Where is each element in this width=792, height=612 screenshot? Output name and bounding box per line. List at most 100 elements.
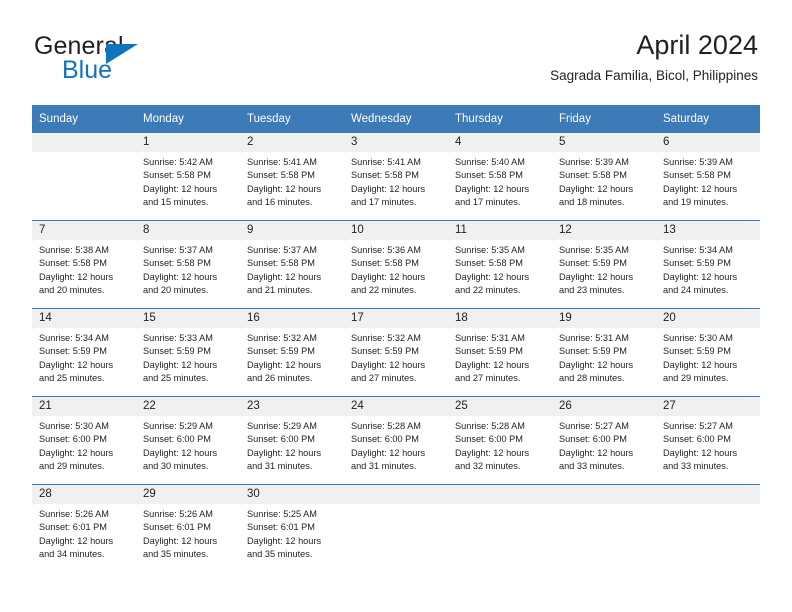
day-number: 3 <box>344 133 448 152</box>
calendar-day-cell[interactable]: 1 Sunrise: 5:42 AM Sunset: 5:58 PM Daylight… <box>136 132 240 221</box>
page-subtitle: Sagrada Familia, Bicol, Philippines <box>550 68 758 83</box>
calendar-day-cell[interactable]: 6 Sunrise: 5:39 AM Sunset: 5:58 PM Daylight… <box>656 132 760 221</box>
sunset-text: Sunset: 5:58 PM <box>39 258 107 269</box>
calendar-day-cell[interactable]: 21 Sunrise: 5:30 AM Sunset: 6:00 PM Dayligh… <box>32 396 136 485</box>
calendar-day-cell[interactable]: 18 Sunrise: 5:31 AM Sunset: 5:59 PM Dayligh… <box>448 308 552 397</box>
daylight-text-line1: Daylight: 12 hours <box>143 359 218 370</box>
day-details <box>552 504 656 508</box>
day-number: 1 <box>136 133 240 152</box>
daylight-text-line1: Daylight: 12 hours <box>247 271 322 282</box>
calendar-day-cell[interactable]: 25 Sunrise: 5:28 AM Sunset: 6:00 PM Dayligh… <box>448 396 552 485</box>
calendar-day-cell[interactable]: 28 Sunrise: 5:26 AM Sunset: 6:01 PM Dayligh… <box>32 484 136 572</box>
sunset-text: Sunset: 5:59 PM <box>247 346 315 357</box>
day-details: Sunrise: 5:32 AM Sunset: 5:59 PM Daylight:… <box>344 328 448 386</box>
day-number: 16 <box>240 309 344 328</box>
sunrise-text: Sunrise: 5:29 AM <box>247 421 317 431</box>
calendar-day-cell[interactable]: 20 Sunrise: 5:30 AM Sunset: 5:59 PM Dayligh… <box>656 308 760 397</box>
day-number: 20 <box>656 309 760 328</box>
daylight-text-line1: Daylight: 12 hours <box>247 183 322 194</box>
calendar-day-cell-inner: 12 Sunrise: 5:35 AM Sunset: 5:59 PM Dayligh… <box>552 221 656 308</box>
calendar-day-cell-inner: 26 Sunrise: 5:27 AM Sunset: 6:00 PM Dayligh… <box>552 397 656 484</box>
calendar-day-cell-inner: 17 Sunrise: 5:32 AM Sunset: 5:59 PM Dayligh… <box>344 309 448 396</box>
day-details: Sunrise: 5:41 AM Sunset: 5:58 PM Daylight:… <box>344 152 448 210</box>
day-details: Sunrise: 5:27 AM Sunset: 6:00 PM Daylight:… <box>656 416 760 474</box>
day-number: 9 <box>240 221 344 240</box>
daylight-text-line1: Daylight: 12 hours <box>351 183 426 194</box>
calendar-day-cell[interactable]: 19 Sunrise: 5:31 AM Sunset: 5:59 PM Dayligh… <box>552 308 656 397</box>
general-blue-logo[interactable]: General Blue <box>34 32 254 94</box>
sunset-text: Sunset: 6:00 PM <box>455 434 523 445</box>
day-number: 2 <box>240 133 344 152</box>
daylight-text-line2: and 31 minutes. <box>247 461 313 472</box>
day-number: 17 <box>344 309 448 328</box>
calendar-day-cell[interactable]: 12 Sunrise: 5:35 AM Sunset: 5:59 PM Dayligh… <box>552 220 656 309</box>
daylight-text-line2: and 20 minutes. <box>143 285 209 296</box>
day-number: 13 <box>656 221 760 240</box>
sunrise-text: Sunrise: 5:28 AM <box>351 421 421 431</box>
daylight-text-line2: and 24 minutes. <box>663 285 729 296</box>
sunrise-text: Sunrise: 5:32 AM <box>351 333 421 343</box>
sunset-text: Sunset: 5:59 PM <box>663 346 731 357</box>
sunrise-text: Sunrise: 5:35 AM <box>559 245 629 255</box>
day-number: 10 <box>344 221 448 240</box>
day-details: Sunrise: 5:30 AM Sunset: 5:59 PM Daylight:… <box>656 328 760 386</box>
calendar-day-cell[interactable]: 29 Sunrise: 5:26 AM Sunset: 6:01 PM Dayligh… <box>136 484 240 572</box>
calendar-day-cell[interactable]: 17 Sunrise: 5:32 AM Sunset: 5:59 PM Dayligh… <box>344 308 448 397</box>
title-block: April 2024 Sagrada Familia, Bicol, Phili… <box>238 28 758 84</box>
calendar-day-cell-inner <box>656 485 760 572</box>
day-details: Sunrise: 5:34 AM Sunset: 5:59 PM Daylight:… <box>32 328 136 386</box>
calendar-day-cell-inner: 4 Sunrise: 5:40 AM Sunset: 5:58 PM Daylight… <box>448 133 552 220</box>
calendar-day-cell[interactable]: 24 Sunrise: 5:28 AM Sunset: 6:00 PM Dayligh… <box>344 396 448 485</box>
weekday-header-wednesday: Wednesday <box>344 105 448 133</box>
day-details: Sunrise: 5:27 AM Sunset: 6:00 PM Daylight:… <box>552 416 656 474</box>
calendar-day-cell[interactable]: 13 Sunrise: 5:34 AM Sunset: 5:59 PM Dayligh… <box>656 220 760 309</box>
daylight-text-line1: Daylight: 12 hours <box>247 359 322 370</box>
calendar-day-cell-inner <box>448 485 552 572</box>
calendar-day-cell-inner <box>344 485 448 572</box>
day-details <box>656 504 760 508</box>
day-details: Sunrise: 5:29 AM Sunset: 6:00 PM Daylight:… <box>136 416 240 474</box>
calendar-day-cell-inner: 6 Sunrise: 5:39 AM Sunset: 5:58 PM Daylight… <box>656 133 760 220</box>
calendar-day-cell[interactable]: 26 Sunrise: 5:27 AM Sunset: 6:00 PM Dayligh… <box>552 396 656 485</box>
calendar-day-cell[interactable]: 11 Sunrise: 5:35 AM Sunset: 5:58 PM Dayligh… <box>448 220 552 309</box>
calendar-day-cell[interactable]: 27 Sunrise: 5:27 AM Sunset: 6:00 PM Dayligh… <box>656 396 760 485</box>
sunset-text: Sunset: 5:58 PM <box>559 170 627 181</box>
page-header: General Blue April 2024 Sagrada Familia,… <box>34 28 758 98</box>
calendar-day-cell[interactable]: 10 Sunrise: 5:36 AM Sunset: 5:58 PM Dayligh… <box>344 220 448 309</box>
day-number: 28 <box>32 485 136 504</box>
sunrise-text: Sunrise: 5:34 AM <box>39 333 109 343</box>
day-details: Sunrise: 5:31 AM Sunset: 5:59 PM Daylight:… <box>552 328 656 386</box>
sunset-text: Sunset: 5:59 PM <box>39 346 107 357</box>
sunrise-text: Sunrise: 5:26 AM <box>143 509 213 519</box>
calendar-day-cell[interactable]: 16 Sunrise: 5:32 AM Sunset: 5:59 PM Dayligh… <box>240 308 344 397</box>
daylight-text-line2: and 33 minutes. <box>559 461 625 472</box>
weekday-header-monday: Monday <box>136 105 240 133</box>
sunset-text: Sunset: 5:58 PM <box>455 170 523 181</box>
calendar-day-cell-inner: 1 Sunrise: 5:42 AM Sunset: 5:58 PM Daylight… <box>136 133 240 220</box>
calendar-day-cell[interactable]: 22 Sunrise: 5:29 AM Sunset: 6:00 PM Dayligh… <box>136 396 240 485</box>
calendar-day-cell[interactable]: 15 Sunrise: 5:33 AM Sunset: 5:59 PM Dayligh… <box>136 308 240 397</box>
daylight-text-line2: and 29 minutes. <box>663 373 729 384</box>
daylight-text-line2: and 33 minutes. <box>663 461 729 472</box>
day-number: 6 <box>656 133 760 152</box>
calendar-day-cell[interactable]: 5 Sunrise: 5:39 AM Sunset: 5:58 PM Daylight… <box>552 132 656 221</box>
calendar-day-cell[interactable]: 8 Sunrise: 5:37 AM Sunset: 5:58 PM Daylight… <box>136 220 240 309</box>
calendar-day-cell[interactable]: 7 Sunrise: 5:38 AM Sunset: 5:58 PM Daylight… <box>32 220 136 309</box>
daylight-text-line1: Daylight: 12 hours <box>351 359 426 370</box>
daylight-text-line2: and 20 minutes. <box>39 285 105 296</box>
calendar-day-cell[interactable]: 30 Sunrise: 5:25 AM Sunset: 6:01 PM Dayligh… <box>240 484 344 572</box>
daylight-text-line1: Daylight: 12 hours <box>559 271 634 282</box>
daylight-text-line2: and 35 minutes. <box>143 549 209 560</box>
calendar-day-cell[interactable]: 9 Sunrise: 5:37 AM Sunset: 5:58 PM Daylight… <box>240 220 344 309</box>
calendar-day-cell[interactable]: 4 Sunrise: 5:40 AM Sunset: 5:58 PM Daylight… <box>448 132 552 221</box>
day-details: Sunrise: 5:33 AM Sunset: 5:59 PM Daylight:… <box>136 328 240 386</box>
day-details: Sunrise: 5:37 AM Sunset: 5:58 PM Daylight:… <box>240 240 344 298</box>
sunset-text: Sunset: 5:59 PM <box>559 346 627 357</box>
calendar-day-cell[interactable]: 14 Sunrise: 5:34 AM Sunset: 5:59 PM Dayligh… <box>32 308 136 397</box>
sunrise-text: Sunrise: 5:35 AM <box>455 245 525 255</box>
calendar-day-cell[interactable]: 2 Sunrise: 5:41 AM Sunset: 5:58 PM Daylight… <box>240 132 344 221</box>
calendar-day-cell[interactable]: 23 Sunrise: 5:29 AM Sunset: 6:00 PM Dayligh… <box>240 396 344 485</box>
daylight-text-line2: and 34 minutes. <box>39 549 105 560</box>
calendar-day-cell-inner <box>552 485 656 572</box>
calendar-day-cell[interactable]: 3 Sunrise: 5:41 AM Sunset: 5:58 PM Daylight… <box>344 132 448 221</box>
